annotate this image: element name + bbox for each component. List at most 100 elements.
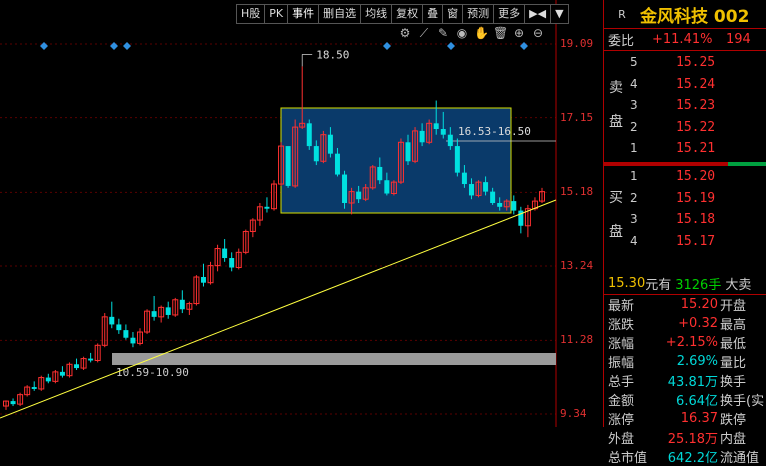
stat-label-secondary: 跌停 — [720, 413, 747, 428]
stat-label: 最新 — [608, 299, 635, 314]
stat-value: 642.2亿 — [667, 451, 718, 466]
candlestick-chart[interactable]: 10.59-10.9016.53-16.5018.50 — [0, 0, 600, 427]
candle-body — [109, 316, 115, 325]
stat-label-secondary: 开盘 — [720, 299, 747, 314]
candle-body — [342, 174, 348, 204]
candle-body — [285, 146, 291, 186]
toolbar-item[interactable]: 更多 — [494, 5, 526, 23]
hand-icon[interactable]: ✋ — [474, 26, 489, 41]
bid-price[interactable]: 15.18 — [676, 212, 715, 227]
candle-body — [130, 337, 136, 344]
event-marker-icon — [110, 42, 118, 50]
eye-icon[interactable]: ◉ — [455, 26, 469, 41]
chart-toolbar: H股 PK 事件 删自选 均线 复权叠窗预测 更多 ▶◀ ▼ — [236, 4, 569, 24]
stat-label-secondary: 换手(实 — [720, 394, 765, 409]
toolbar-item[interactable]: 叠 — [423, 5, 444, 23]
stat-label-secondary: 换手 — [720, 375, 747, 390]
toolbar-item[interactable]: ▶◀ — [525, 5, 552, 23]
bid-price[interactable]: 15.20 — [676, 169, 715, 184]
bid-price[interactable]: 15.19 — [676, 191, 715, 206]
stat-label: 金额 — [608, 394, 635, 409]
range-label: 16.53-16.50 — [458, 125, 531, 138]
stat-value: 25.18万 — [667, 432, 718, 447]
commission-diff-value: 194 — [726, 32, 751, 47]
stat-label: 涨幅 — [608, 337, 635, 352]
ask-price[interactable]: 15.23 — [676, 98, 715, 113]
toolbar-item[interactable]: PK — [265, 5, 289, 23]
y-axis-tick: 9.34 — [560, 407, 587, 420]
stats-row: 金额 6.64亿 换手(实 — [604, 390, 766, 409]
toolbar-item[interactable]: 复权 — [392, 5, 424, 23]
sell-char-1: 卖 — [609, 80, 623, 96]
zoom-out-icon[interactable]: ⊖ — [531, 26, 545, 41]
zoom-in-icon[interactable]: ⊕ — [512, 26, 526, 41]
event-marker-icon — [383, 42, 391, 50]
stock-header: R 金风科技 002 — [604, 0, 766, 29]
candle-body — [264, 206, 270, 209]
stats-row: 振幅 2.69% 量比 — [604, 352, 766, 371]
commission-ratio-row: 委比 +11.41% 194 — [604, 29, 766, 51]
candle-body — [490, 191, 496, 204]
stat-label: 涨停 — [608, 413, 635, 428]
stat-value: +0.32 — [678, 316, 718, 331]
bid-price[interactable]: 15.17 — [676, 234, 715, 249]
y-axis-tick: 13.24 — [560, 259, 594, 272]
pencil-icon[interactable]: ⟋ — [417, 26, 431, 41]
stats-row: 涨停 16.37 跌停 — [604, 409, 766, 428]
candle-body — [229, 258, 235, 268]
last-trade-volume: 3126手 — [675, 278, 722, 293]
last-trade-unit: 元有 — [645, 278, 672, 293]
candle-body — [151, 311, 157, 317]
candle-body — [59, 371, 65, 376]
toolbar-item[interactable]: 预测 — [463, 5, 495, 23]
candle-body — [483, 182, 489, 192]
toolbar-item[interactable]: 删自选 — [319, 5, 362, 23]
ask-level: 1 — [630, 141, 638, 155]
stats-row: 涨跌 +0.32 最高 — [604, 314, 766, 333]
stat-label-secondary: 最高 — [720, 318, 747, 333]
toolbar-item[interactable]: 窗 — [443, 5, 464, 23]
buy-char-2: 盘 — [609, 224, 623, 240]
trend-line — [0, 199, 557, 419]
stock-name[interactable]: 金风科技 002 — [640, 2, 749, 27]
candle-body — [165, 307, 171, 315]
quote-panel: R 金风科技 002 委比 +11.41% 194 卖盘 5 15.25 4 15.24… — [603, 0, 766, 466]
candle-body — [461, 172, 467, 185]
toolbar-item[interactable]: H股 — [237, 5, 266, 23]
ask-price[interactable]: 15.25 — [676, 55, 715, 70]
bid-level: 3 — [630, 212, 638, 226]
candle-body — [123, 330, 129, 338]
stat-label-secondary: 最低 — [720, 337, 747, 352]
candle-body — [454, 146, 460, 173]
ask-price[interactable]: 15.24 — [676, 77, 715, 92]
ask-level: 2 — [630, 119, 638, 134]
stat-label-secondary: 量比 — [720, 356, 747, 371]
trash-icon[interactable]: 🗑 — [493, 26, 508, 41]
candle-body — [511, 201, 517, 211]
candle-body — [384, 180, 390, 194]
stats-row: 总市值 642.2亿 流通值 — [604, 447, 766, 466]
toolbar-item[interactable]: 事件 — [288, 5, 320, 23]
toolbar-item[interactable]: 均线 — [361, 5, 393, 23]
high-label: 18.50 — [316, 48, 349, 61]
stats-table: 最新 15.20 开盘 涨跌 +0.32 最高 涨幅 +2.15% 最低 振幅 2.69% 量比 总手 4… — [604, 295, 766, 466]
settings-icon[interactable]: ⚙ — [398, 26, 412, 41]
stat-label: 振幅 — [608, 356, 635, 371]
ask-level: 5 — [630, 55, 638, 69]
event-marker-icon — [447, 42, 455, 50]
stat-value: 43.81万 — [667, 375, 718, 390]
bid-level: 2 — [630, 190, 638, 205]
ask-price[interactable]: 15.21 — [676, 141, 715, 156]
candle-body — [116, 324, 122, 331]
buy-char-1: 买 — [609, 190, 623, 206]
toolbar-item[interactable]: ▼ — [551, 5, 567, 23]
stat-value: +2.15% — [665, 335, 718, 350]
pen-icon[interactable]: ✎ — [436, 26, 450, 41]
buy-side-label: 买盘 — [608, 181, 624, 281]
stat-value: 15.20 — [680, 297, 718, 312]
candle-body — [468, 184, 474, 196]
candle-body — [222, 248, 228, 259]
event-marker-icon — [40, 42, 48, 50]
y-axis-tick: 17.15 — [560, 110, 594, 124]
ask-price[interactable]: 15.22 — [676, 120, 715, 135]
